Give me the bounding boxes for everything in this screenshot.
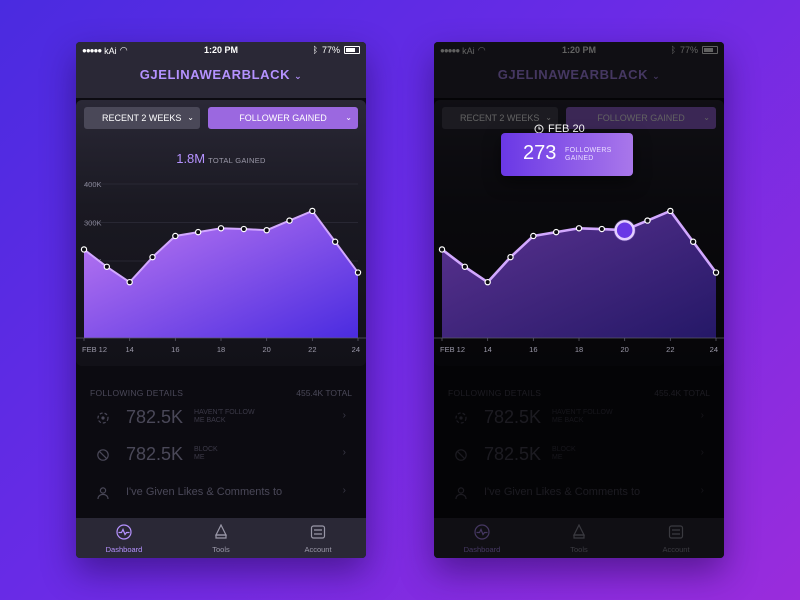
data-point (240, 225, 248, 233)
x-tick-label: FEB 12 (82, 345, 107, 354)
x-tick-label: 20 (620, 345, 628, 354)
x-tick-label: 18 (217, 345, 225, 354)
tab-label: Dashboard (105, 545, 143, 554)
follower-chart-focused: FEB 12 14 16 18 20 22 24 (434, 207, 724, 354)
chevron-right-icon: › (342, 447, 346, 458)
data-point (194, 228, 202, 236)
tooltip-value: 273 (523, 142, 557, 164)
account-icon (310, 525, 326, 539)
data-tooltip: 273 FOLLOWERS GAINED (501, 133, 633, 176)
tab-bar: Dashboard Tools Account (76, 518, 366, 558)
row-text: I've Given Likes & Comments to (126, 486, 283, 498)
data-point (689, 238, 697, 245)
x-tick-label: 24 (352, 345, 360, 354)
data-point (103, 263, 111, 270)
x-tick-label: FEB 12 (440, 345, 465, 354)
data-point (263, 226, 270, 234)
data-point (217, 225, 225, 232)
data-point (126, 278, 133, 286)
x-tick-label: 22 (308, 345, 316, 354)
following-row-not-following-back[interactable]: 782.5K HAVEN'T FOLLOWME BACK › (76, 405, 366, 435)
y-tick-label: 400K (84, 180, 102, 189)
data-point (712, 269, 720, 276)
data-point (484, 278, 491, 286)
tools-icon (215, 524, 227, 539)
tab-account[interactable]: Account (270, 518, 366, 558)
data-point (286, 217, 293, 224)
x-tick-label: 20 (262, 345, 270, 354)
x-tick-label: 16 (171, 345, 179, 354)
row-sub-line1: BLOCK (194, 446, 218, 453)
data-point (354, 269, 362, 276)
data-point (507, 253, 514, 261)
data-point (172, 232, 179, 240)
row-sub-line2: ME BACK (194, 417, 226, 424)
phone-screen-dashboard-tooltip: ●●●●●kAi◠ 1:20 PM ᛒ77% GJELINAWEARBLACK⌄… (434, 42, 724, 558)
phone-screen-dashboard: ●●●●● kAi ◠ 1:20 PM ᛒ 77% GJELINAWEARBLACK ⌄… (76, 42, 366, 558)
chevron-right-icon: › (342, 410, 346, 421)
x-tick-label: 22 (666, 345, 674, 354)
tab-dashboard[interactable]: Dashboard (76, 518, 172, 558)
following-details-title: FOLLOWING DETAILS (90, 388, 184, 398)
row-sub-line2: ME (194, 454, 205, 461)
follower-chart: 400K300K200K100KFEB 12141618202224 (76, 180, 366, 354)
row-sub-line1: HAVEN'T FOLLOW (194, 409, 255, 416)
x-tick-label: 14 (125, 345, 133, 354)
y-tick-label: 300K (84, 219, 102, 228)
data-point-highlight (614, 219, 635, 241)
data-point (530, 232, 537, 240)
following-details-total: 455.4K TOTAL (296, 388, 352, 398)
pulse-icon (116, 524, 132, 540)
following-row-likes-comments[interactable]: I've Given Likes & Comments to › (76, 480, 366, 510)
data-point (331, 238, 339, 245)
tab-label: Tools (212, 545, 230, 554)
data-point (149, 253, 156, 261)
tab-label: Account (304, 545, 332, 554)
tooltip-label-line2: GAINED (565, 155, 594, 162)
following-row-blocked[interactable]: 782.5K BLOCKME › (76, 442, 366, 472)
tooltip-label-line1: FOLLOWERS (565, 147, 612, 154)
chevron-right-icon: › (342, 485, 346, 496)
row-value: 782.5K (126, 407, 184, 427)
data-point (309, 207, 316, 215)
data-point (438, 246, 446, 253)
row-sub-label: HAVEN'T FOLLOWME BACK (194, 409, 274, 425)
data-point (552, 228, 560, 236)
data-point (80, 246, 88, 253)
data-point (667, 207, 674, 215)
tab-tools[interactable]: Tools (173, 518, 269, 558)
x-tick-label: 24 (710, 345, 718, 354)
data-point (598, 225, 606, 233)
x-tick-label: 18 (575, 345, 583, 354)
data-point (575, 225, 583, 232)
user-icon (97, 487, 109, 500)
tooltip-label: FOLLOWERS GAINED (565, 147, 612, 163)
data-point (461, 263, 469, 270)
row-value: 782.5K (126, 444, 184, 464)
blocked-icon (97, 449, 109, 461)
following-details: FOLLOWING DETAILS 455.4K TOTAL 782.5K HA… (76, 372, 366, 520)
users-ring-icon (97, 412, 109, 424)
row-sub-label: BLOCKME (194, 446, 274, 462)
x-tick-label: 14 (483, 345, 491, 354)
data-point (644, 217, 651, 224)
x-tick-label: 16 (529, 345, 537, 354)
